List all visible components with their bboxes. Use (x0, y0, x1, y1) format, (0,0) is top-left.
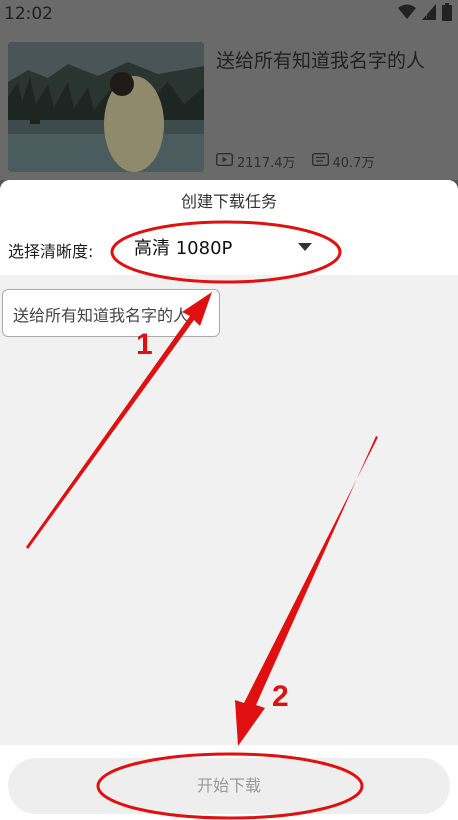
battery-icon (442, 3, 452, 25)
status-bar: 12:02 ! (0, 0, 458, 30)
play-count: 2117.4万 (215, 152, 296, 171)
video-card: 送给所有知道我名字的人 2117.4万 40.7万 (0, 30, 458, 180)
sheet-header: 创建下载任务 选择清晰度: 高清 1080P (0, 180, 458, 275)
danmaku-icon (311, 152, 329, 170)
start-download-button[interactable]: 开始下载 (8, 758, 450, 814)
sheet-title: 创建下载任务 (180, 192, 277, 211)
status-icons: ! (398, 3, 452, 25)
svg-text:!: ! (425, 12, 428, 20)
video-thumbnail (8, 42, 204, 172)
video-stats: 2117.4万 40.7万 (215, 152, 375, 171)
annotation-step-2: 2 (272, 680, 289, 713)
resolution-label: 选择清晰度: (8, 242, 94, 261)
file-name-input[interactable]: 送给所有知道我名字的人 (2, 289, 220, 337)
play-count-value: 2117.4万 (237, 156, 296, 171)
annotation-step-1: 1 (136, 328, 153, 361)
wifi-icon (398, 4, 416, 24)
resolution-dropdown[interactable]: 高清 1080P (134, 234, 232, 260)
signal-icon: ! (422, 4, 436, 24)
comment-count-value: 40.7万 (332, 156, 375, 171)
video-title: 送给所有知道我名字的人 (216, 50, 426, 72)
download-sheet: 创建下载任务 选择清晰度: 高清 1080P 送给所有知道我名字的人 开始下载 (0, 180, 458, 820)
dropdown-caret-icon[interactable] (298, 243, 312, 251)
comment-count: 40.7万 (311, 152, 375, 171)
play-icon (215, 152, 234, 170)
status-time: 12:02 (4, 4, 53, 24)
